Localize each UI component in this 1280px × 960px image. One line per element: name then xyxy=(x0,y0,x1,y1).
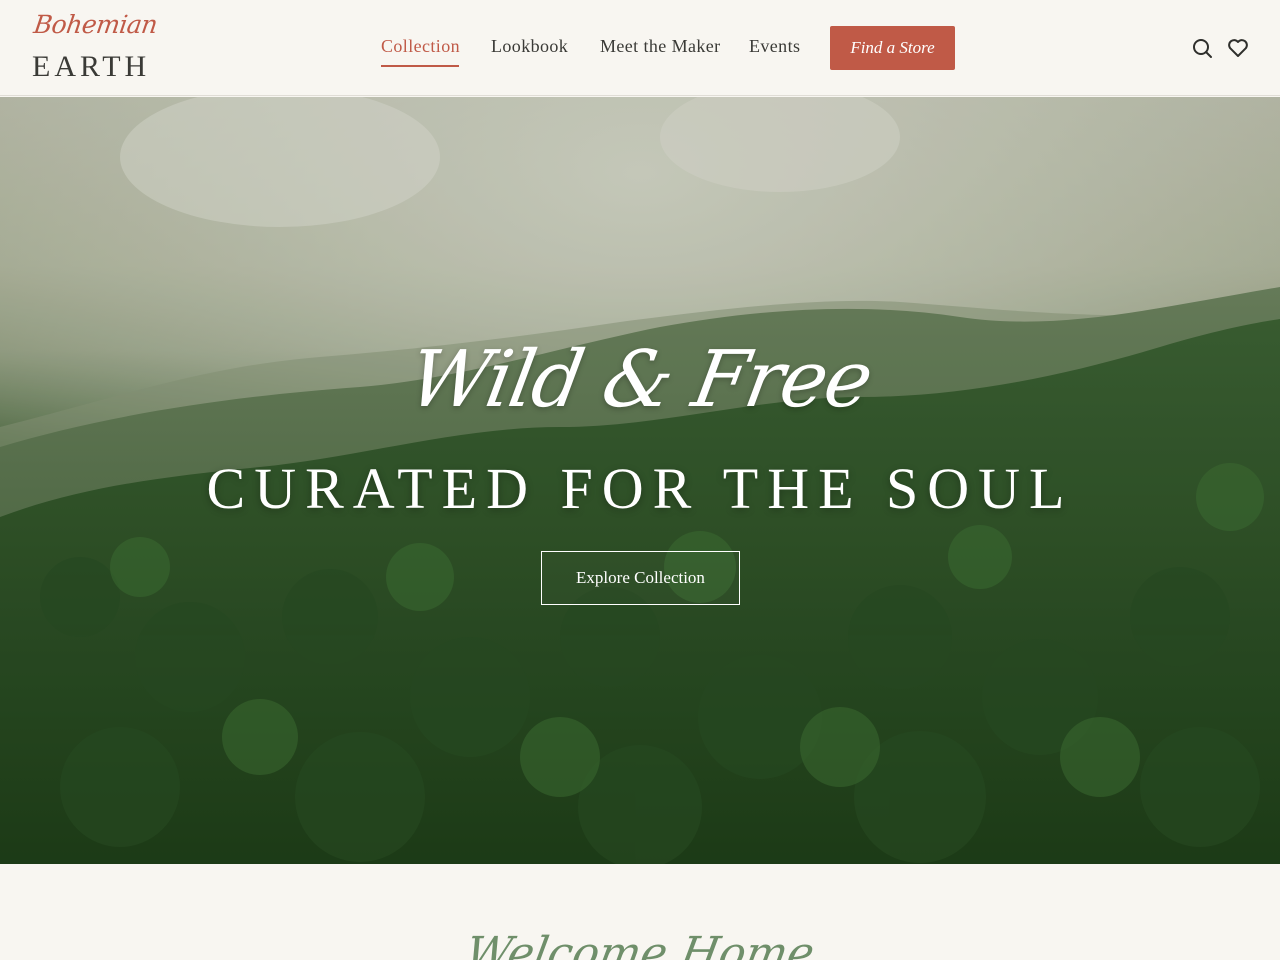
nav-active-underline xyxy=(381,65,459,67)
explore-collection-button[interactable]: Explore Collection xyxy=(541,551,740,605)
brand-logo-name: EARTH xyxy=(32,50,151,83)
nav-item-collection[interactable]: Collection xyxy=(381,36,460,57)
nav-item-meet-the-maker[interactable]: Meet the Maker xyxy=(600,36,721,57)
welcome-script-heading: Welcome Home xyxy=(461,928,819,960)
hero-title: CURATED FOR THE SOUL xyxy=(206,456,1074,521)
brand-logo-script: Bohemian xyxy=(31,10,160,39)
find-a-store-button[interactable]: Find a Store xyxy=(830,26,955,70)
search-icon[interactable] xyxy=(1191,37,1213,59)
site-header: Bohemian EARTH Collection Lookbook Meet … xyxy=(0,0,1280,96)
hero-script-title: Wild & Free xyxy=(402,335,878,425)
brand-logo[interactable]: Bohemian EARTH xyxy=(32,8,162,88)
hero-section: Wild & Free CURATED FOR THE SOUL Explore… xyxy=(0,97,1280,864)
nav-item-lookbook[interactable]: Lookbook xyxy=(491,36,568,57)
heart-icon[interactable] xyxy=(1227,37,1249,59)
nav-item-events[interactable]: Events xyxy=(749,36,800,57)
